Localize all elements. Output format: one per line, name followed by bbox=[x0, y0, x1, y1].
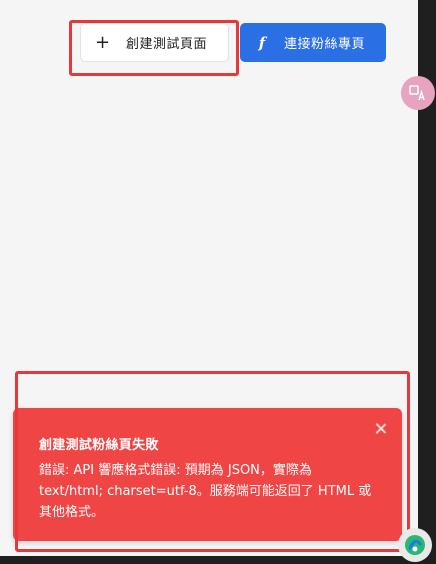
window-bottom-edge bbox=[0, 556, 436, 564]
facebook-icon: f bbox=[258, 33, 266, 52]
create-test-page-button[interactable]: + 創建測試頁面 bbox=[80, 23, 229, 62]
assistant-icon bbox=[405, 535, 425, 555]
connect-fan-page-label: 連接粉絲專頁 bbox=[284, 37, 366, 52]
translate-icon bbox=[409, 85, 425, 101]
error-toast-title: 創建測試粉絲頁失敗 bbox=[39, 438, 159, 453]
assistant-button[interactable] bbox=[398, 528, 432, 562]
error-toast-message: 錯誤: API 響應格式錯誤: 預期為 JSON，實際為 text/html; … bbox=[39, 463, 372, 520]
connect-fan-page-button[interactable]: f 連接粉絲專頁 bbox=[240, 23, 386, 62]
plus-icon: + bbox=[95, 31, 111, 53]
translate-button[interactable] bbox=[401, 76, 435, 110]
create-test-page-label: 創建測試頁面 bbox=[126, 37, 208, 52]
close-icon[interactable] bbox=[374, 422, 388, 436]
error-toast: 創建測試粉絲頁失敗 錯誤: API 響應格式錯誤: 預期為 JSON，實際為 t… bbox=[13, 408, 402, 541]
